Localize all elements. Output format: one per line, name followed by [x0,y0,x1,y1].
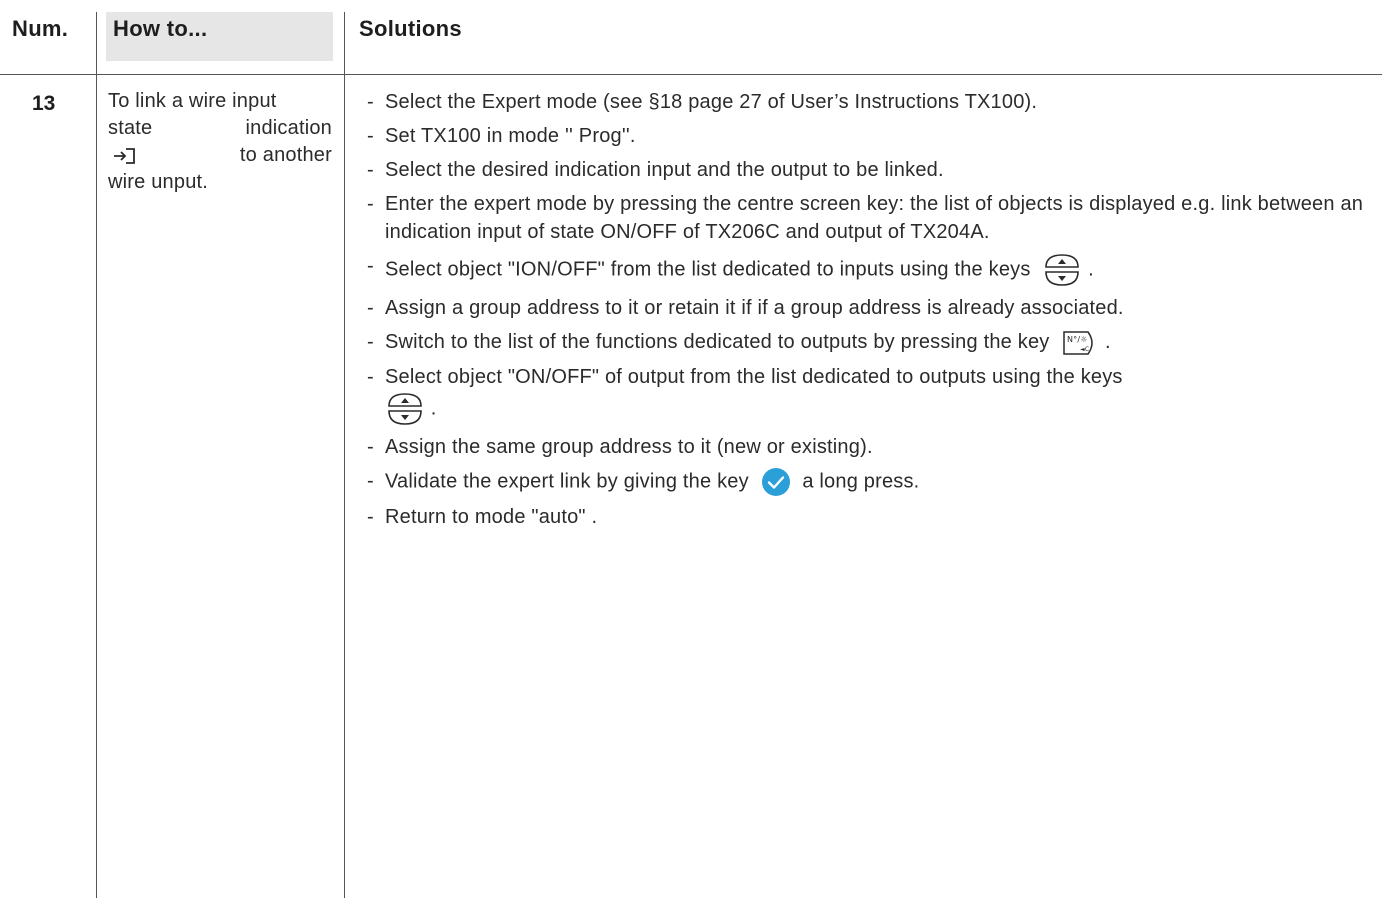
checkmark-key-icon [755,467,803,496]
step-text: Select object "ON/OFF" of output from th… [385,365,1123,388]
howto-cell: To link a wire input state indication to… [108,88,332,196]
step-text: Set TX100 in mode '' Prog''. [385,125,636,147]
howto-word: indication [245,117,332,139]
header-solutions: Solutions [359,16,462,41]
howto-line: To link a wire input [108,90,277,112]
howto-line: state indication [108,115,332,142]
solutions-cell: - Select the Expert mode (see §18 page 2… [367,88,1377,537]
step-item: - Select the desired indication input an… [367,156,1377,184]
input-arrow-icon [108,142,136,169]
step-item: - Validate the expert link by giving the… [367,467,1377,497]
step-item: - Select object "ION/OFF" from the list … [367,252,1377,288]
step-text: Assign the same group address to it (new… [385,435,873,458]
step-text: Switch to the list of the functions dedi… [385,331,1050,353]
howto-word: to another [239,144,332,166]
step-item: - Switch to the list of the functions de… [367,330,1111,355]
step-item: - Select object "ON/OFF" of output from … [367,363,1377,427]
up-down-keys-icon [385,392,431,425]
up-down-keys-icon [1036,254,1088,286]
step-item: - Return to mode "auto" . [367,503,1377,531]
header-rule [0,74,1382,75]
column-divider-right [344,12,345,898]
step-text: Assign a group address to it or retain i… [385,297,1124,319]
header-howto: How to... [113,16,208,41]
howto-line: wire unput. [108,171,209,193]
column-divider-left [96,12,97,898]
step-item: - Select the Expert mode (see §18 page 2… [367,88,1377,116]
step-text: a long press. [802,470,920,492]
step-text: Return to mode "auto" . [385,505,598,528]
step-item: - Enter the expert mode by pressing the … [367,190,1377,246]
howto-line: to another [108,142,332,169]
svg-text:◄C: ◄C [1080,346,1089,353]
step-item: - Assign a group address to it or retain… [367,294,1377,322]
step-item: - Assign the same group address to it (n… [367,433,1377,461]
function-key-icon: N°/☼ ◄C [1055,330,1105,355]
step-text: Validate the expert link by giving the k… [385,470,749,492]
svg-text:N°/☼: N°/☼ [1067,335,1088,344]
row-number: 13 [32,92,56,115]
step-text: Enter the expert mode by pressing the ce… [385,193,1364,243]
step-text: Select object "ION/OFF" from the list de… [385,258,1031,281]
step-item: - Set TX100 in mode '' Prog''. [367,122,1377,150]
header-num: Num. [12,16,69,41]
howto-word: state [108,117,153,139]
step-text: Select the desired indication input and … [385,159,944,181]
step-text: Select the Expert mode (see §18 page 27 … [385,91,1038,113]
